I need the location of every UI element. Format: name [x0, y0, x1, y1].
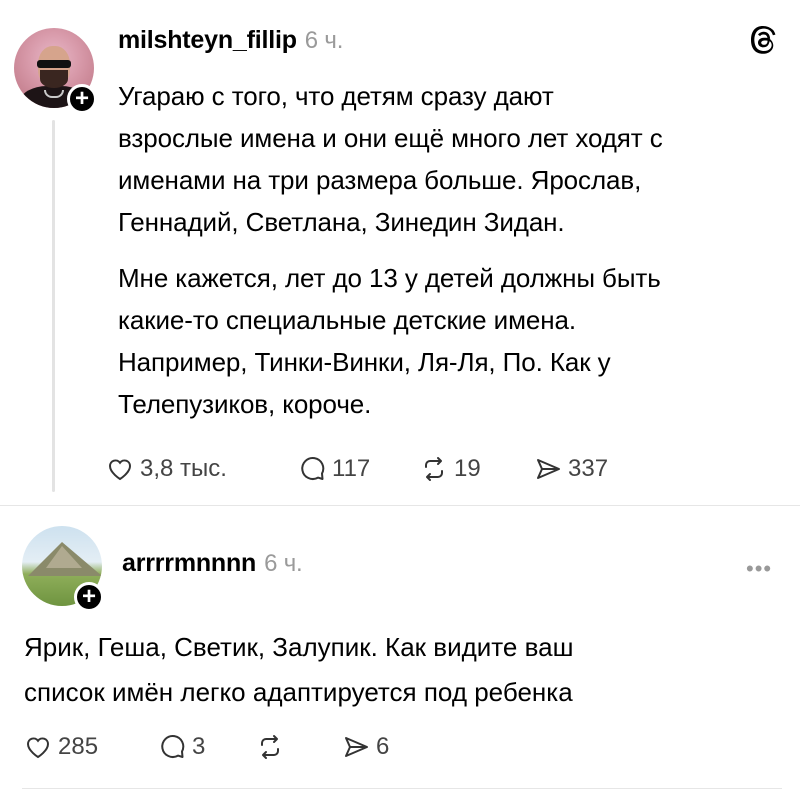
share-button[interactable]: 6	[342, 733, 389, 761]
repost-icon	[425, 457, 443, 481]
like-button[interactable]: 3,8 тыс.	[106, 455, 227, 483]
share-button[interactable]: 337	[534, 455, 608, 483]
like-count: 3,8 тыс.	[140, 455, 227, 482]
thread-line	[52, 120, 55, 492]
like-button[interactable]: 285	[24, 733, 98, 761]
comment-count: 3	[192, 733, 206, 760]
repost-icon	[261, 735, 279, 759]
comment-icon	[161, 735, 185, 758]
heart-icon	[26, 737, 50, 759]
comment-count: 117	[332, 455, 371, 482]
username[interactable]: arrrrmnnnn 6 ч.	[122, 549, 303, 578]
post-time: 6 ч.	[304, 27, 344, 54]
post-paragraph: Мне кажется, лет до 13 у детей должны бы…	[118, 263, 661, 419]
username-text[interactable]: milshteyn_fillip	[118, 26, 297, 54]
post-time: 6 ч.	[264, 550, 303, 577]
follow-plus-icon[interactable]: +	[67, 84, 97, 114]
post-text: Ярик, Геша, Светик, Залупик. Как видите …	[24, 632, 574, 707]
more-options-icon[interactable]: •••	[746, 556, 772, 582]
share-count: 337	[568, 455, 609, 482]
repost-button[interactable]	[256, 733, 284, 761]
share-count: 6	[376, 733, 390, 760]
divider	[22, 788, 782, 789]
heart-icon	[108, 459, 132, 481]
username-text[interactable]: arrrrmnnnn	[122, 549, 256, 577]
follow-plus-icon[interactable]: +	[74, 582, 104, 612]
post-1: + milshteyn_fillip 6 ч. Угараю с того, чт…	[0, 0, 800, 505]
comment-button[interactable]: 3	[158, 733, 205, 761]
repost-count: 19	[454, 455, 481, 482]
post-text: Угараю с того, что детям сразу дают взро…	[118, 75, 788, 425]
username[interactable]: milshteyn_fillip 6 ч.	[118, 26, 343, 55]
send-icon	[345, 737, 368, 757]
comment-icon	[301, 457, 325, 480]
post-paragraph: Угараю с того, что детям сразу дают взро…	[118, 81, 663, 237]
like-count: 285	[58, 733, 99, 760]
threads-logo-icon[interactable]	[748, 24, 780, 56]
repost-button[interactable]: 19	[420, 455, 481, 483]
send-icon	[537, 459, 560, 479]
comment-button[interactable]: 117	[298, 455, 370, 483]
divider	[0, 505, 800, 506]
